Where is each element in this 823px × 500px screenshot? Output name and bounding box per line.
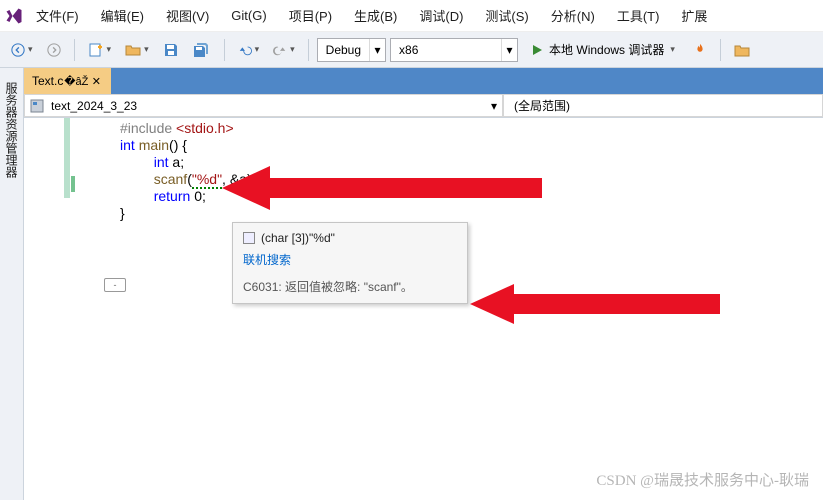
menu-analyze[interactable]: 分析(N) (541, 2, 605, 29)
tab-filename: Text.c (32, 74, 63, 88)
toolbar: ▾ ▾ ▾ ▾ ▾ Debug▾ x86▾ 本地 Windows 调试器 ▾ (0, 32, 823, 68)
warning-text: C6031: 返回值被忽略: "scanf"。 (243, 278, 457, 295)
save-button[interactable] (158, 37, 184, 63)
forward-button[interactable] (42, 37, 66, 63)
undo-button[interactable]: ▾ (233, 37, 265, 63)
code-area[interactable]: - #include <stdio.h> int main() { int a;… (24, 118, 823, 500)
close-icon[interactable]: ✕ (89, 74, 103, 88)
change-margin (64, 118, 70, 198)
hot-reload-button[interactable] (688, 37, 712, 63)
scope-value: text_2024_3_23 (49, 99, 486, 113)
menu-file[interactable]: 文件(F) (26, 2, 89, 29)
separator (74, 39, 75, 61)
project-icon (29, 98, 45, 114)
pin-icon[interactable]: �âŽ (69, 74, 83, 88)
server-explorer-tab[interactable]: 服务器资源管理器 (1, 74, 22, 186)
platform-value: x86 (391, 43, 501, 57)
redo-button[interactable]: ▾ (268, 37, 300, 63)
menu-project[interactable]: 项目(P) (279, 2, 342, 29)
gutter (24, 118, 64, 500)
vs-logo-icon (4, 6, 24, 26)
outline-collapse-icon[interactable]: - (104, 278, 126, 292)
back-button[interactable]: ▾ (6, 37, 38, 63)
config-value: Debug (318, 43, 369, 57)
code-text[interactable]: #include <stdio.h> int main() { int a; s… (64, 118, 823, 500)
open-button[interactable]: ▾ (120, 37, 154, 63)
menu-tools[interactable]: 工具(T) (607, 2, 670, 29)
sidebar: 服务器资源管理器 (0, 68, 24, 500)
member-combo[interactable]: (全局范围) (503, 94, 823, 117)
file-tab[interactable]: Text.c �âŽ ✕ (24, 68, 111, 94)
navigation-bar: text_2024_3_23 ▾ (全局范围) (24, 94, 823, 118)
type-text: (char [3])"%d" (261, 231, 335, 245)
browse-button[interactable] (729, 37, 755, 63)
watermark: CSDN @瑞晟技术服务中心-耿瑞 (596, 469, 809, 490)
menu-debug[interactable]: 调试(D) (409, 2, 473, 29)
separator (720, 39, 721, 61)
run-debug-button[interactable]: 本地 Windows 调试器 ▾ (522, 37, 684, 63)
quickinfo-tooltip: (char [3])"%d" 联机搜索 C6031: 返回值被忽略: "scan… (232, 222, 468, 304)
save-all-button[interactable] (188, 37, 216, 63)
separator (224, 39, 225, 61)
chevron-down-icon: ▾ (369, 39, 385, 61)
chevron-down-icon: ▾ (501, 39, 517, 61)
config-combo[interactable]: Debug▾ (317, 38, 386, 62)
menu-extensions[interactable]: 扩展 (671, 2, 717, 29)
separator (308, 39, 309, 61)
chevron-down-icon: ▾ (486, 99, 502, 113)
menu-git[interactable]: Git(G) (221, 4, 276, 27)
platform-combo[interactable]: x86▾ (390, 38, 518, 62)
change-margin-current (71, 176, 75, 192)
menu-test[interactable]: 测试(S) (475, 2, 538, 29)
type-icon (243, 232, 255, 244)
member-value: (全局范围) (504, 97, 822, 114)
play-icon (531, 44, 543, 56)
online-search-link[interactable]: 联机搜索 (243, 251, 457, 268)
tab-well: Text.c �âŽ ✕ (24, 68, 823, 94)
new-item-button[interactable]: ▾ (83, 37, 117, 63)
menu-bar: 文件(F) 编辑(E) 视图(V) Git(G) 项目(P) 生成(B) 调试(… (0, 0, 823, 32)
menu-build[interactable]: 生成(B) (344, 2, 407, 29)
menu-view[interactable]: 视图(V) (156, 2, 219, 29)
scope-combo[interactable]: text_2024_3_23 ▾ (24, 94, 503, 117)
menu-edit[interactable]: 编辑(E) (91, 2, 154, 29)
run-label: 本地 Windows 调试器 (549, 41, 664, 58)
